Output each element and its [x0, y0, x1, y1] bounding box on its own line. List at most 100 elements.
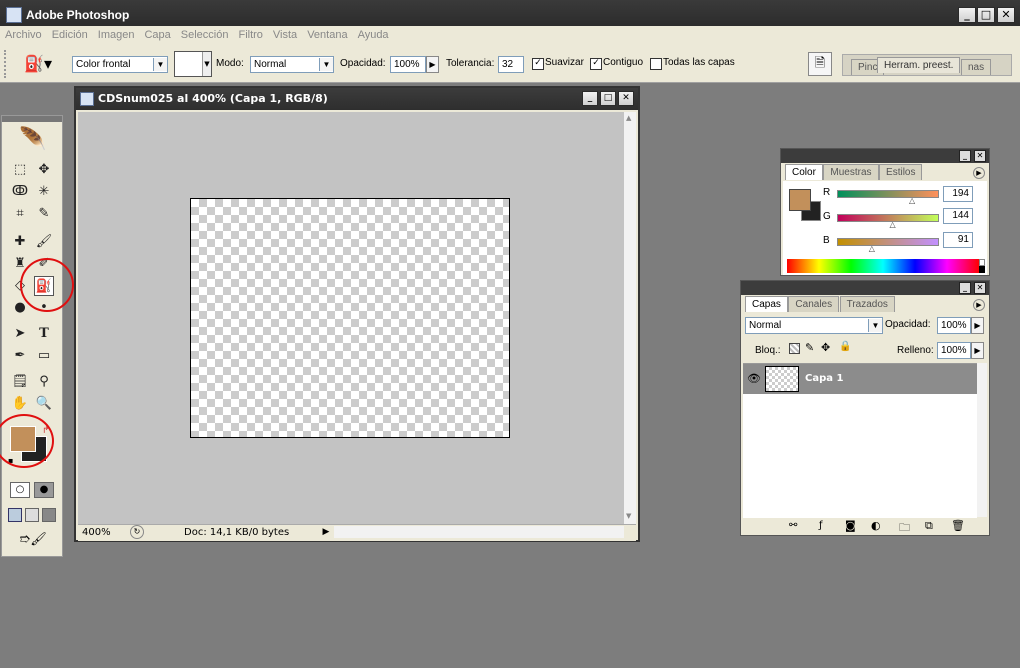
crop-tool-icon[interactable]: ⌗	[10, 204, 30, 224]
opacity-input[interactable]: 100%	[390, 56, 426, 73]
contiguous-checkbox[interactable]: ✓	[590, 58, 602, 70]
all-layers-checkbox[interactable]	[650, 58, 662, 70]
tab-color[interactable]: Color	[785, 164, 823, 180]
healing-brush-tool-icon[interactable]: ✚	[10, 232, 30, 252]
rectangle-tool-icon[interactable]: ▭	[34, 346, 54, 366]
menu-imagen[interactable]: Imagen	[93, 26, 140, 44]
type-tool-icon[interactable]: T	[34, 324, 54, 344]
tab-paths[interactable]: Trazados	[839, 296, 895, 312]
layer-style-icon[interactable]: ƒ	[819, 520, 823, 531]
layers-panel-menu-icon[interactable]: ▶	[973, 299, 985, 311]
file-browser-icon[interactable]: 🗎	[808, 52, 832, 76]
feather-logo-icon[interactable]: 🪶	[8, 126, 58, 154]
layer-opacity-arrow-button[interactable]: ▶	[971, 317, 984, 334]
trash-icon[interactable]: 🗑	[951, 519, 965, 532]
full-screen-mode-button[interactable]	[42, 508, 56, 522]
jump-to-imageready-icon[interactable]: ➱🖌	[10, 530, 56, 550]
layers-panel-header[interactable]: _ ✕	[741, 281, 989, 295]
color-panel-header[interactable]: _ ✕	[781, 149, 989, 163]
layer-opacity-input[interactable]: 100%	[937, 317, 971, 334]
options-bar-grip[interactable]	[4, 50, 12, 78]
red-channel-slider[interactable]	[837, 190, 939, 198]
marquee-tool-icon[interactable]: ⬚	[10, 160, 30, 180]
tab-swatches[interactable]: Muestras	[823, 164, 879, 180]
scroll-up-arrow-icon[interactable]: ▲	[626, 114, 631, 122]
document-maximize-button[interactable]: □	[600, 91, 616, 106]
standard-screen-mode-button[interactable]	[8, 508, 22, 522]
scroll-down-arrow-icon[interactable]: ▼	[626, 512, 631, 520]
fill-arrow-button[interactable]: ▶	[971, 342, 984, 359]
quick-mask-mode-button[interactable]: ●	[34, 482, 54, 498]
version-cue-icon[interactable]: ↻	[130, 525, 144, 539]
color-ramp-black[interactable]	[979, 266, 985, 273]
eye-visibility-icon[interactable]: 👁	[747, 372, 761, 385]
color-panel-menu-icon[interactable]: ▶	[973, 167, 985, 179]
brush-tool-icon[interactable]: 🖌	[34, 232, 54, 252]
paint-bucket-preset-icon[interactable]: ⛽▾	[20, 52, 56, 76]
color-panel-close-button[interactable]: ✕	[974, 150, 986, 162]
smooth-checkbox[interactable]: ✓	[532, 58, 544, 70]
vertical-scrollbar[interactable]: ▲ ▼	[624, 112, 636, 524]
eyedropper-tool-icon[interactable]: ⚲	[34, 372, 54, 392]
minimize-window-button[interactable]: _	[958, 7, 976, 23]
green-channel-slider[interactable]	[837, 214, 939, 222]
tab-styles[interactable]: Estilos	[879, 164, 923, 180]
zoom-tool-icon[interactable]: 🔍	[34, 394, 54, 414]
move-tool-icon[interactable]: ✥	[34, 160, 54, 180]
status-menu-arrow-icon[interactable]: ▶	[320, 525, 332, 539]
hand-tool-icon[interactable]: ✋	[10, 394, 30, 414]
maximize-window-button[interactable]: □	[977, 7, 995, 23]
layer-mask-icon[interactable]: ◙	[845, 519, 856, 532]
layer-row[interactable]: 👁 Capa 1	[743, 364, 977, 394]
lock-position-icon[interactable]: ✥	[821, 341, 830, 354]
lock-all-icon[interactable]: 🔒	[839, 341, 851, 352]
lasso-tool-icon[interactable]: ↂ	[10, 182, 30, 202]
fill-source-select[interactable]: Color frontal ▼	[72, 56, 168, 73]
path-selection-tool-icon[interactable]: ➤	[10, 324, 30, 344]
tab-channels[interactable]: Canales	[788, 296, 840, 312]
tab-layers[interactable]: Capas	[745, 296, 788, 312]
color-ramp[interactable]	[787, 259, 979, 273]
transparent-canvas[interactable]	[190, 198, 510, 438]
menu-vista[interactable]: Vista	[268, 26, 302, 44]
opacity-slider-arrow-button[interactable]: ▶	[426, 56, 439, 73]
blue-slider-thumb[interactable]: △	[869, 244, 875, 253]
new-layer-icon[interactable]: ⧉	[925, 519, 933, 533]
standard-mode-button[interactable]: ○	[10, 482, 30, 498]
red-slider-thumb[interactable]: △	[909, 196, 915, 205]
slice-tool-icon[interactable]: ✎	[34, 204, 54, 224]
pen-tool-icon[interactable]: ✒	[10, 346, 30, 366]
menu-filtro[interactable]: Filtro	[233, 26, 267, 44]
menu-capa[interactable]: Capa	[139, 26, 175, 44]
lock-pixels-icon[interactable]: ✎	[805, 341, 814, 354]
zoom-level[interactable]: 400%	[82, 527, 111, 538]
adjustment-layer-icon[interactable]: ◐	[871, 519, 881, 532]
document-close-button[interactable]: ✕	[618, 91, 634, 106]
pattern-picker[interactable]: ▼	[174, 51, 212, 77]
lock-transparency-icon[interactable]	[789, 343, 800, 354]
magic-wand-tool-icon[interactable]: ✳	[34, 182, 54, 202]
menu-archivo[interactable]: Archivo	[0, 26, 47, 44]
fill-input[interactable]: 100%	[937, 342, 971, 359]
horizontal-scrollbar[interactable]	[334, 526, 624, 538]
tolerance-input[interactable]: 32	[498, 56, 524, 73]
toolbox-grip[interactable]	[2, 116, 62, 122]
layers-scrollbar[interactable]	[977, 363, 987, 517]
notes-tool-icon[interactable]: 🗒	[10, 372, 30, 392]
layers-panel-minimize-button[interactable]: _	[959, 282, 971, 294]
menu-edicion[interactable]: Edición	[47, 26, 93, 44]
link-layers-icon[interactable]: ⚯	[789, 520, 797, 531]
blend-mode-select[interactable]: Normal ▼	[745, 317, 883, 334]
close-window-button[interactable]: ✕	[997, 7, 1015, 23]
blue-value-input[interactable]: 91	[943, 232, 973, 248]
palette-well-tab-tool-presets[interactable]: Herram. preest.	[877, 57, 961, 73]
full-screen-menu-mode-button[interactable]	[25, 508, 39, 522]
panel-foreground-swatch[interactable]	[789, 189, 811, 211]
red-value-input[interactable]: 194	[943, 186, 973, 202]
green-value-input[interactable]: 144	[943, 208, 973, 224]
new-group-icon[interactable]: 🗀	[899, 519, 910, 538]
color-panel-minimize-button[interactable]: _	[959, 150, 971, 162]
document-title-bar[interactable]: CDSnum025 al 400% (Capa 1, RGB/8) _ □ ✕	[76, 88, 638, 110]
color-ramp-white[interactable]	[979, 259, 985, 266]
palette-well-tab-comps[interactable]: nas	[961, 59, 992, 75]
